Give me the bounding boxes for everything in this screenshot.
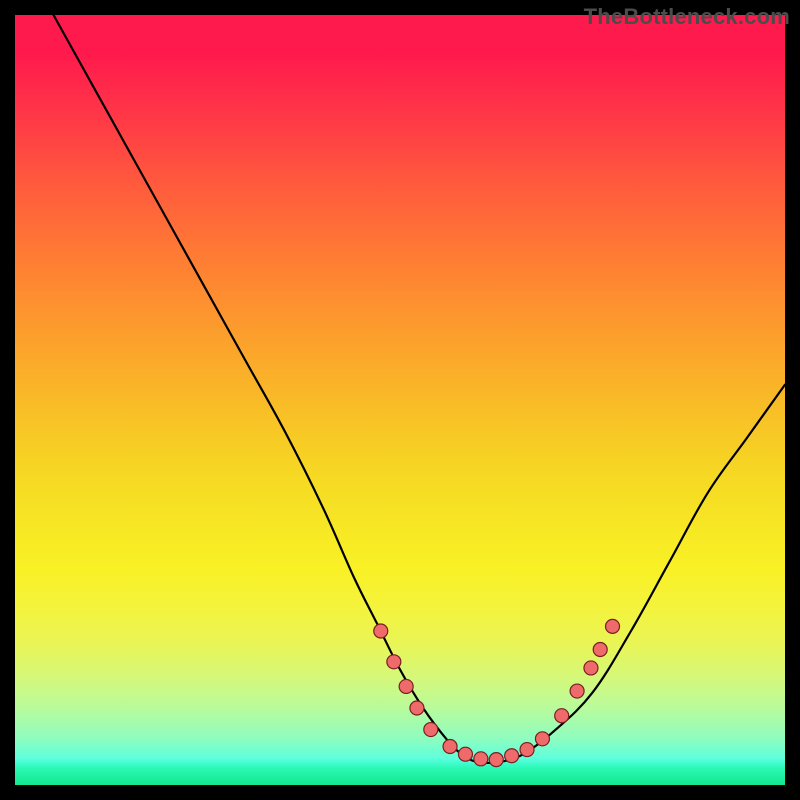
marker-dot [593,642,607,656]
marker-dot [410,701,424,715]
marker-dot [458,747,472,761]
marker-dot [443,740,457,754]
marker-dot [505,749,519,763]
marker-dot [424,723,438,737]
marker-dot [489,753,503,767]
plot-wrapper [15,15,785,785]
marker-dot [606,619,620,633]
marker-dot [570,684,584,698]
chart-stage: TheBottleneck.com [0,0,800,800]
bottleneck-curve [54,15,786,763]
marker-dot [474,752,488,766]
marker-dot [520,743,534,757]
marker-dot [399,679,413,693]
watermark-text: TheBottleneck.com [584,4,790,30]
marker-dot [387,655,401,669]
marker-dot [535,732,549,746]
marker-group [374,619,620,766]
marker-dot [584,661,598,675]
marker-dot [374,624,388,638]
marker-dot [555,709,569,723]
curve-svg [15,15,785,785]
